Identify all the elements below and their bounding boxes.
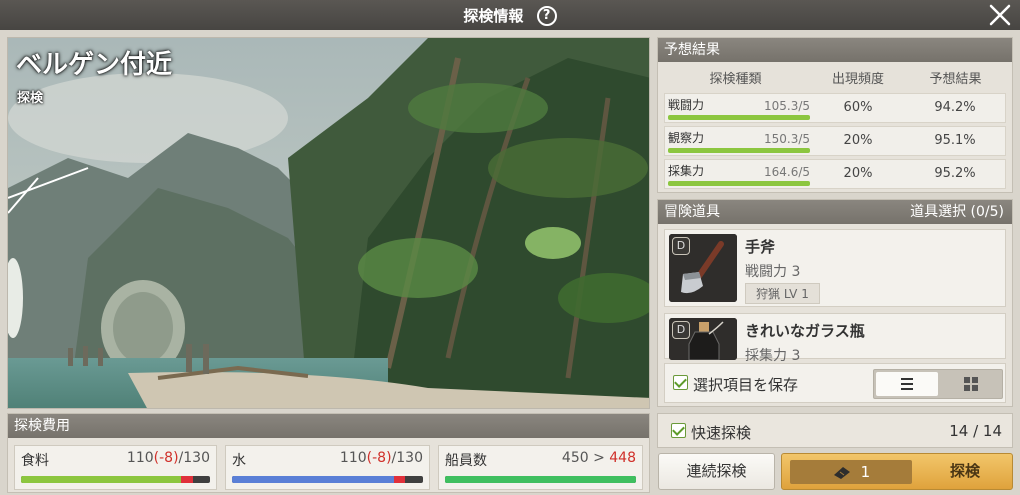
food-bar <box>21 476 210 483</box>
food-value: 110(-8)/130 <box>126 450 210 466</box>
tool-card-glass-bottle[interactable]: D きれいなガラス瓶 採集力 3 <box>664 313 1006 364</box>
food-label: 食料 <box>21 453 49 469</box>
frequency-value: 60% <box>843 100 873 115</box>
type-score: 105.3/5 <box>763 99 810 113</box>
result-value: 94.2% <box>934 100 976 115</box>
grid-view-button[interactable] <box>940 372 1002 396</box>
crew-cost: 船員数 450 > 448 <box>438 445 643 490</box>
tool-select-button[interactable]: 道具選択 (0/5) <box>910 200 1004 224</box>
cost-header: 探検費用 <box>8 414 649 438</box>
type-score: 150.3/5 <box>763 132 810 146</box>
ticket-cost: 1 <box>790 460 912 484</box>
score-bar <box>668 181 810 186</box>
ticket-count: 1 <box>860 463 871 481</box>
title-bar: 探検情報 ? <box>0 0 1020 30</box>
continuous-explore-button[interactable]: 連続探検 <box>658 453 775 490</box>
quick-explore-label: 快速探検 <box>691 424 752 442</box>
prediction-columns: 探検種類 出現頻度 予想結果 <box>658 68 1012 87</box>
glass-bottle-icon: D <box>669 318 737 360</box>
jungle-beach-image <box>8 38 649 408</box>
location-subtitle: 探検 <box>17 91 44 106</box>
food-cost: 食料 110(-8)/130 <box>14 445 217 490</box>
tool-card-hatchet[interactable]: D 手斧 戦闘力 3 狩猟 LV 1 <box>664 229 1006 307</box>
help-icon[interactable]: ? <box>536 5 557 26</box>
grade-badge: D <box>672 321 690 339</box>
column-type: 探検種類 <box>709 72 762 87</box>
score-bar <box>668 148 810 153</box>
explore-label: 探検 <box>949 462 980 480</box>
water-value: 110(-8)/130 <box>339 450 423 466</box>
tool-stat: 戦闘力 3 <box>745 264 801 280</box>
type-score: 164.6/5 <box>763 165 810 179</box>
column-frequency: 出現頻度 <box>831 72 884 87</box>
adventure-tools-panel: 冒険道具 道具選択 (0/5) D 手斧 戦闘力 3 狩猟 LV 1 D きれい… <box>657 199 1013 407</box>
save-selection-label: 選択項目を保存 <box>693 376 799 394</box>
water-label: 水 <box>232 453 246 469</box>
explore-button[interactable]: 1 探検 <box>781 453 1013 490</box>
tool-name: きれいなガラス瓶 <box>745 322 865 340</box>
water-cost: 水 110(-8)/130 <box>225 445 430 490</box>
list-view-button[interactable] <box>876 372 938 396</box>
prediction-row: 観察力 150.3/5 20% 95.1% <box>664 126 1006 156</box>
water-bar <box>232 476 423 483</box>
location-title: ベルゲン付近 <box>16 50 173 80</box>
tool-skill-tag: 狩猟 LV 1 <box>745 283 820 304</box>
crew-bar <box>445 476 636 483</box>
prediction-row: 戦闘力 105.3/5 60% 94.2% <box>664 93 1006 123</box>
quick-explore-count: 14 / 14 <box>949 422 1002 440</box>
type-name: 観察力 <box>668 131 705 145</box>
score-bar <box>668 115 810 120</box>
quick-explore-row: 快速探検 14 / 14 <box>657 413 1013 448</box>
crew-label: 船員数 <box>445 453 487 469</box>
grade-badge: D <box>672 237 690 255</box>
quick-explore-checkbox[interactable] <box>671 423 686 438</box>
crew-value: 450 > 448 <box>561 450 636 466</box>
close-icon[interactable] <box>988 3 1012 27</box>
frequency-value: 20% <box>843 166 873 181</box>
prediction-header: 予想結果 <box>658 38 1012 62</box>
list-icon <box>901 378 913 390</box>
result-value: 95.2% <box>934 166 976 181</box>
frequency-value: 20% <box>843 133 873 148</box>
type-name: 戦闘力 <box>668 98 705 112</box>
window-title: 探検情報 <box>463 6 524 25</box>
prediction-row: 採集力 164.6/5 20% 95.2% <box>664 159 1006 189</box>
exploration-cost-panel: 探検費用 食料 110(-8)/130 水 110(-8)/130 船員数 45… <box>7 413 650 493</box>
prediction-panel: 予想結果 探検種類 出現頻度 予想結果 戦闘力 105.3/5 60% 94.2… <box>657 37 1013 193</box>
view-mode-toggle <box>873 369 1003 399</box>
tool-stat: 採集力 3 <box>745 348 801 364</box>
column-result: 予想結果 <box>929 72 982 87</box>
location-illustration: ベルゲン付近 探検 <box>7 37 650 409</box>
tools-title: 冒険道具 <box>664 204 720 220</box>
type-name: 採集力 <box>668 164 705 178</box>
tool-name: 手斧 <box>745 238 776 256</box>
save-selection-row: 選択項目を保存 <box>664 363 1006 403</box>
save-selection-checkbox[interactable] <box>673 375 688 390</box>
tools-header: 冒険道具 道具選択 (0/5) <box>658 200 1012 224</box>
ticket-icon <box>833 466 850 479</box>
hatchet-icon: D <box>669 234 737 302</box>
grid-icon <box>964 377 978 391</box>
result-value: 95.1% <box>934 133 976 148</box>
